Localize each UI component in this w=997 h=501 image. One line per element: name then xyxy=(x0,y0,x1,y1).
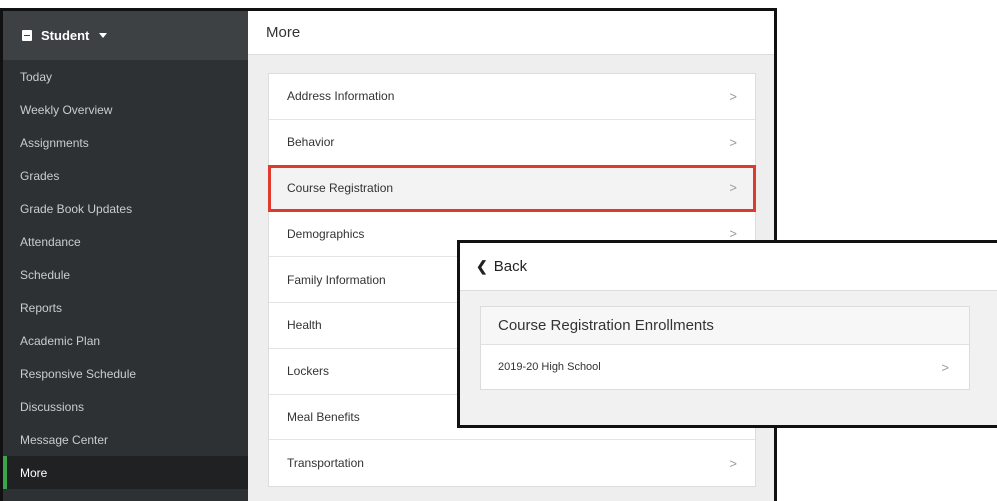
menu-item-label: Meal Benefits xyxy=(287,409,360,424)
menu-item-label: Lockers xyxy=(287,364,330,379)
sidebar-item-more[interactable]: More xyxy=(3,456,248,489)
sidebar-item-grade-book-updates[interactable]: Grade Book Updates xyxy=(3,192,248,225)
menu-item-label: Demographics xyxy=(287,226,365,241)
sidebar-item-weekly-overview[interactable]: Weekly Overview xyxy=(3,93,248,126)
chevron-left-icon: ❮ xyxy=(476,258,488,274)
enrollments-title: Course Registration Enrollments xyxy=(481,307,969,345)
student-menu-label: Student xyxy=(41,28,90,43)
chevron-right-icon: > xyxy=(729,88,737,104)
student-card-icon xyxy=(22,30,32,41)
sidebar-item-academic-plan[interactable]: Academic Plan xyxy=(3,324,248,357)
enrollment-row[interactable]: 2019-20 High School > xyxy=(481,345,969,389)
chevron-right-icon: > xyxy=(729,134,737,150)
menu-item-label: Address Information xyxy=(287,89,395,104)
menu-item-behavior[interactable]: Behavior > xyxy=(269,120,755,166)
sidebar-item-discussions[interactable]: Discussions xyxy=(3,390,248,423)
chevron-right-icon: > xyxy=(729,455,737,471)
menu-item-label: Course Registration xyxy=(287,180,394,195)
menu-item-label: Health xyxy=(287,318,322,333)
back-label: Back xyxy=(493,258,528,275)
menu-item-address-information[interactable]: Address Information > xyxy=(269,74,755,120)
sidebar-item-grades[interactable]: Grades xyxy=(3,159,248,192)
chevron-right-icon: > xyxy=(729,180,737,196)
course-registration-popup: ❮ Back Course Registration Enrollments 2… xyxy=(457,240,997,428)
sidebar-item-message-center[interactable]: Message Center xyxy=(3,423,248,456)
sidebar-item-assignments[interactable]: Assignments xyxy=(3,126,248,159)
menu-item-transportation[interactable]: Transportation > xyxy=(269,440,755,486)
chevron-right-icon: > xyxy=(941,359,949,375)
sidebar-item-today[interactable]: Today xyxy=(3,60,248,93)
sidebar-item-reports[interactable]: Reports xyxy=(3,291,248,324)
sidebar-item-schedule[interactable]: Schedule xyxy=(3,258,248,291)
menu-item-label: Transportation xyxy=(287,456,364,471)
menu-item-label: Behavior xyxy=(287,135,335,150)
enrollments-card: Course Registration Enrollments 2019-20 … xyxy=(480,306,970,390)
sidebar-item-responsive-schedule[interactable]: Responsive Schedule xyxy=(3,357,248,390)
sidebar-nav: Today Weekly Overview Assignments Grades… xyxy=(3,60,248,489)
menu-item-label: Family Information xyxy=(287,272,386,287)
back-button[interactable]: ❮ Back xyxy=(460,243,997,291)
sidebar-item-attendance[interactable]: Attendance xyxy=(3,225,248,258)
page-title: More xyxy=(248,11,774,55)
student-menu-button[interactable]: Student xyxy=(3,11,248,60)
enrollment-label: 2019-20 High School xyxy=(498,361,601,373)
caret-down-icon xyxy=(99,33,108,38)
sidebar: Student Today Weekly Overview Assignment… xyxy=(3,11,248,501)
menu-item-course-registration[interactable]: Course Registration > xyxy=(268,164,756,213)
